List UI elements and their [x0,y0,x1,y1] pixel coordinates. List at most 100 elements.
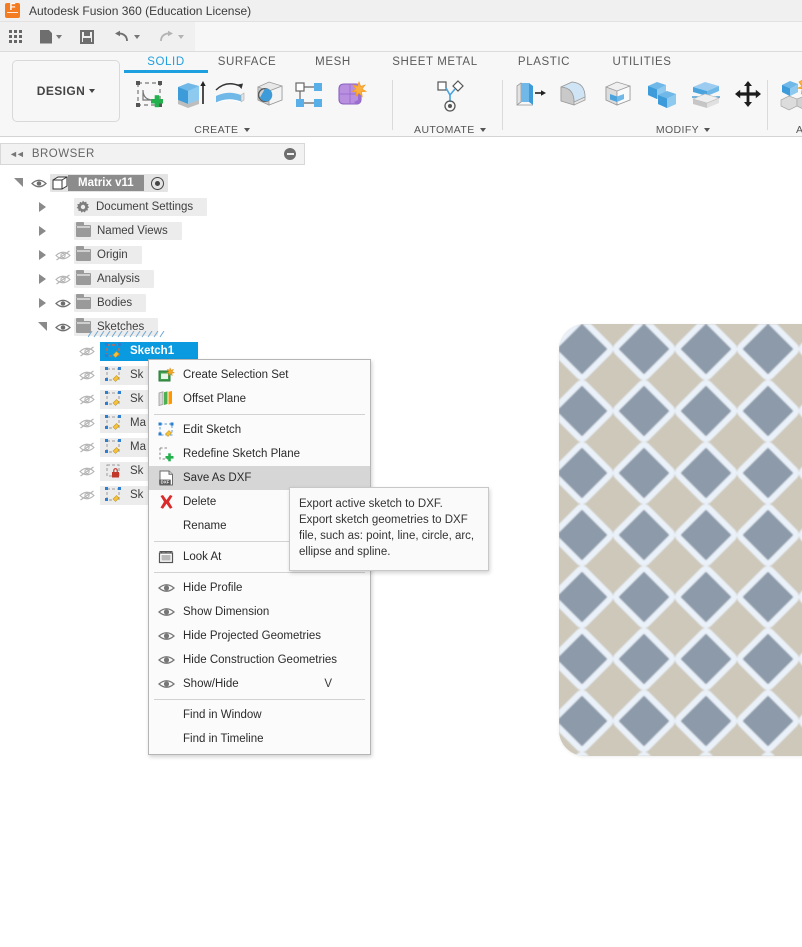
matrix-lattice-body[interactable] [559,324,802,756]
chevron-down-icon[interactable] [56,35,62,39]
menu-item-label: Hide Profile [177,582,364,594]
menu-item-hide-construction-geometries[interactable]: Hide Construction Geometries [149,648,370,672]
radio-dot-icon[interactable] [151,177,164,190]
node-body[interactable]: Document Settings [74,198,207,216]
eye-visible-icon[interactable] [28,178,50,189]
automate-icon[interactable] [430,78,470,116]
menu-item-show-dimension[interactable]: Show Dimension [149,600,370,624]
fillet-icon[interactable] [556,78,592,114]
eye-hidden-icon[interactable] [76,442,98,453]
shell-icon[interactable] [600,78,636,114]
tree-node-sketches[interactable]: Sketches [0,315,305,339]
panel-assemble-label[interactable]: ASSE [796,124,802,136]
split-face-icon[interactable] [688,78,724,114]
redo-button[interactable] [155,25,187,49]
eye-visible-icon[interactable] [52,298,74,309]
menu-item-show-hide[interactable]: Show/Hide V [149,672,370,696]
eye-hidden-icon[interactable] [76,466,98,477]
expand-toggle[interactable] [32,298,52,308]
tree-node-document-settings[interactable]: Document Settings [0,195,305,219]
eye-hidden-icon[interactable] [52,250,74,261]
collapse-left-icon[interactable]: ◄◄ [9,149,23,159]
chevron-down-icon[interactable] [134,35,140,39]
tree-node-origin[interactable]: Origin [0,243,305,267]
minus-circle-icon[interactable] [284,148,296,160]
emboss-icon[interactable] [332,78,368,114]
eye-hidden-icon[interactable] [52,274,74,285]
sketch-item-sketch1[interactable]: Sketch1 [100,342,198,361]
tab-solid[interactable]: SOLID [130,55,202,73]
tree-node-root[interactable]: Matrix v11 [0,171,305,195]
menu-item-offset-plane[interactable]: Offset Plane [149,387,370,411]
node-body[interactable]: Bodies [74,294,146,312]
eye-hidden-icon[interactable] [76,394,98,405]
menu-item-find-in-timeline[interactable]: Find in Timeline [149,727,370,751]
expand-toggle[interactable] [32,250,52,260]
sketch-icon [104,415,122,431]
menu-item-hide-projected-geometries[interactable]: Hide Projected Geometries [149,624,370,648]
pattern-icon[interactable] [292,78,328,114]
tab-sheet-metal[interactable]: SHEET METAL [374,55,496,73]
tab-plastic[interactable]: PLASTIC [496,55,592,73]
menu-item-hide-profile[interactable]: Hide Profile [149,576,370,600]
menu-item-find-in-window[interactable]: Find in Window [149,703,370,727]
sweep-icon[interactable] [252,78,288,114]
press-pull-icon[interactable] [512,78,548,114]
look-at-icon [155,548,177,566]
quick-access-toolbar [0,22,802,52]
expand-toggle[interactable] [8,179,28,188]
menu-item-redefine-sketch-plane[interactable]: Redefine Sketch Plane [149,442,370,466]
panel-label-text: ASSE [796,124,802,136]
panel-modify-tools [512,76,780,114]
root-node-body[interactable]: Matrix v11 [50,174,168,192]
menu-item-label: Create Selection Set [177,369,364,381]
menu-separator [154,414,365,415]
extrude-icon[interactable] [172,78,208,114]
menu-item-create-selection-set[interactable]: Create Selection Set [149,363,370,387]
eye-hidden-icon[interactable] [76,490,98,501]
eye-visible-icon[interactable] [52,322,74,333]
node-body[interactable]: Named Views [74,222,182,240]
save-button[interactable] [77,25,97,49]
eye-hidden-icon[interactable] [76,418,98,429]
expand-toggle[interactable] [32,323,52,332]
node-body[interactable]: Analysis [74,270,154,288]
move-copy-icon[interactable] [732,78,768,114]
tab-surface[interactable]: SURFACE [202,55,292,73]
eye-hidden-icon[interactable] [76,346,98,357]
expand-toggle[interactable] [32,226,52,236]
expand-toggle[interactable] [32,274,52,284]
revolve-icon[interactable] [212,78,248,114]
node-body[interactable]: Origin [74,246,142,264]
new-component-icon[interactable] [776,78,802,114]
tree-node-analysis[interactable]: Analysis [0,267,305,291]
undo-button[interactable] [111,25,143,49]
create-sketch-icon[interactable] [132,78,168,114]
sketch-label: Sketch1 [122,345,184,357]
menu-item-label: Show/Hide [177,678,324,690]
app-grid-button[interactable] [6,25,25,49]
node-body[interactable]: Sketches [74,318,158,336]
sketch-icon [104,367,122,383]
panel-automate: AUTOMATE [404,76,496,134]
expand-toggle[interactable] [32,202,52,212]
fusion-logo-icon [5,3,20,18]
menu-item-label: Find in Window [177,709,364,721]
tree-node-named-views[interactable]: Named Views [0,219,305,243]
new-document-button[interactable] [37,25,65,49]
panel-assemble-tools [776,76,802,114]
menu-item-edit-sketch[interactable]: Edit Sketch [149,418,370,442]
eye-hidden-icon[interactable] [76,370,98,381]
panel-create-label[interactable]: CREATE [172,124,272,136]
chevron-down-icon[interactable] [178,35,184,39]
workspace-selector[interactable]: DESIGN [12,60,120,122]
chevron-down-icon [480,128,486,132]
panel-automate-label[interactable]: AUTOMATE [404,124,496,136]
ribbon-panels: CREATE AUTOMATE [130,76,802,136]
tree-node-bodies[interactable]: Bodies [0,291,305,315]
tab-utilities[interactable]: UTILITIES [592,55,692,73]
tab-mesh[interactable]: MESH [292,55,374,73]
combine-icon[interactable] [644,78,680,114]
tab-label: UTILITIES [612,56,671,68]
panel-modify-label[interactable]: MODIFY [628,124,738,136]
